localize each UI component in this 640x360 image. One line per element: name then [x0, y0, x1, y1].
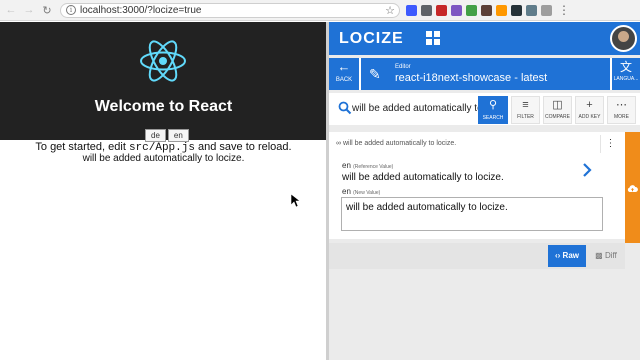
react-header: Welcome to React — [0, 22, 327, 140]
intro-prefix: To get started, edit — [35, 141, 129, 153]
save-status-strip[interactable] — [625, 132, 640, 243]
new-value-textarea[interactable]: will be added automatically to locize. — [341, 197, 603, 231]
avatar[interactable] — [610, 25, 637, 52]
search-label: SEARCH — [482, 115, 504, 121]
bookmark-star-icon[interactable]: ☆ — [385, 4, 395, 17]
react-app-pane: Welcome to React de en To get started, e… — [0, 22, 327, 360]
new-lang-code: en — [342, 187, 351, 196]
address-text: localhost:3000/?locize=true — [80, 4, 202, 16]
filter-label: FILTER — [517, 114, 534, 120]
translated-text: will be added automatically to locize. — [82, 153, 245, 164]
extension-icon[interactable] — [451, 4, 462, 16]
editor-toolbar: will be added automatically to ⚲ SEARCH … — [329, 93, 640, 125]
compare-label: COMPARE — [545, 114, 570, 120]
search-input[interactable]: will be added automatically to — [352, 103, 478, 114]
plus-icon: + — [586, 99, 593, 111]
extension-icon[interactable] — [406, 4, 417, 16]
reference-lang-code: en — [342, 161, 351, 170]
editor-header: ← BACK ✎ Editor react-i18next-showcase -… — [329, 58, 640, 90]
locize-topbar: LOCIZE — [329, 22, 640, 55]
arrow-left-icon: ← — [337, 59, 351, 74]
extension-icon[interactable] — [496, 4, 507, 16]
forward-icon[interactable]: → — [22, 3, 36, 17]
key-link-icon: ∞ — [336, 140, 341, 147]
key-text: will be added automatically to locize. — [342, 140, 457, 147]
extension-icon[interactable] — [466, 4, 477, 16]
editor-separator — [359, 58, 361, 90]
new-language: en (New Value) — [342, 187, 380, 196]
back-label: BACK — [335, 77, 353, 83]
compare-icon: ◫ — [552, 99, 563, 111]
search-icon — [338, 101, 352, 115]
extension-icons — [406, 4, 556, 16]
extension-icon[interactable] — [436, 4, 447, 16]
locize-editor-pane: LOCIZE ← BACK ✎ Editor react-i18next-sho… — [329, 22, 640, 360]
language-button[interactable]: 文 LANGUA... — [612, 58, 640, 90]
reload-icon[interactable]: ↻ — [40, 3, 54, 17]
extension-icon[interactable] — [421, 4, 432, 16]
search-button-icon: ⚲ — [488, 99, 498, 111]
filter-icon: ≡ — [522, 99, 529, 111]
intro-suffix: and save to reload. — [194, 141, 292, 153]
extension-icon[interactable] — [541, 4, 552, 16]
translate-icon: 文 — [619, 60, 632, 74]
address-bar[interactable]: i localhost:3000/?locize=true ☆ — [60, 2, 400, 18]
compare-button[interactable]: ◫ COMPARE — [543, 96, 572, 124]
chevron-right-icon[interactable] — [581, 162, 593, 178]
card-footer: ‹› Raw ▩ Diff — [329, 243, 625, 269]
apps-grid-icon[interactable] — [426, 31, 440, 45]
add-key-label: ADD KEY — [578, 114, 601, 120]
extension-icon[interactable] — [511, 4, 522, 16]
back-icon[interactable]: ← — [4, 3, 18, 17]
reference-tag: (Reference Value) — [353, 164, 394, 170]
language-label: LANGUA... — [613, 76, 639, 82]
raw-label: Raw — [562, 251, 579, 260]
pencil-icon: ✎ — [369, 66, 381, 82]
diff-button[interactable]: ▩ Diff — [589, 245, 623, 267]
search-button[interactable]: ⚲ SEARCH — [478, 96, 508, 124]
reference-language: en (Reference Value) — [342, 161, 393, 170]
reference-value: will be added automatically to locize. — [342, 172, 504, 183]
filter-button[interactable]: ≡ FILTER — [511, 96, 540, 124]
browser-menu-icon[interactable]: ⋮ — [558, 3, 570, 17]
cloud-upload-icon — [627, 185, 638, 192]
react-logo-icon — [140, 40, 186, 82]
editor-small-label: Editor — [395, 64, 411, 70]
extension-icon[interactable] — [526, 4, 537, 16]
locize-logo[interactable]: LOCIZE — [339, 30, 404, 48]
add-key-button[interactable]: + ADD KEY — [575, 96, 604, 124]
screen: ← → ↻ i localhost:3000/?locize=true ☆ ⋮ … — [0, 0, 640, 360]
diff-icon: ▩ — [595, 251, 603, 260]
card-menu-icon[interactable]: ⋮ — [600, 135, 620, 153]
translation-key: ∞ will be added automatically to locize. — [336, 140, 456, 147]
browser-toolbar: ← → ↻ i localhost:3000/?locize=true ☆ ⋮ — [0, 0, 640, 21]
more-label: MORE — [614, 114, 629, 120]
code-icon: ‹› — [554, 251, 561, 260]
raw-button[interactable]: ‹› Raw — [548, 245, 586, 267]
project-title: react-i18next-showcase - latest — [395, 72, 548, 84]
more-dots-icon: ⋯ — [616, 99, 627, 111]
more-button[interactable]: ⋯ MORE — [607, 96, 636, 124]
translation-card: ∞ will be added automatically to locize.… — [329, 132, 625, 239]
new-tag: (New Value) — [353, 190, 381, 196]
extension-icon[interactable] — [481, 4, 492, 16]
react-welcome-title: Welcome to React — [94, 98, 233, 115]
mouse-cursor-icon — [291, 194, 301, 208]
diff-label: Diff — [604, 251, 617, 260]
info-icon[interactable]: i — [66, 5, 76, 15]
back-button[interactable]: ← BACK — [329, 58, 359, 90]
